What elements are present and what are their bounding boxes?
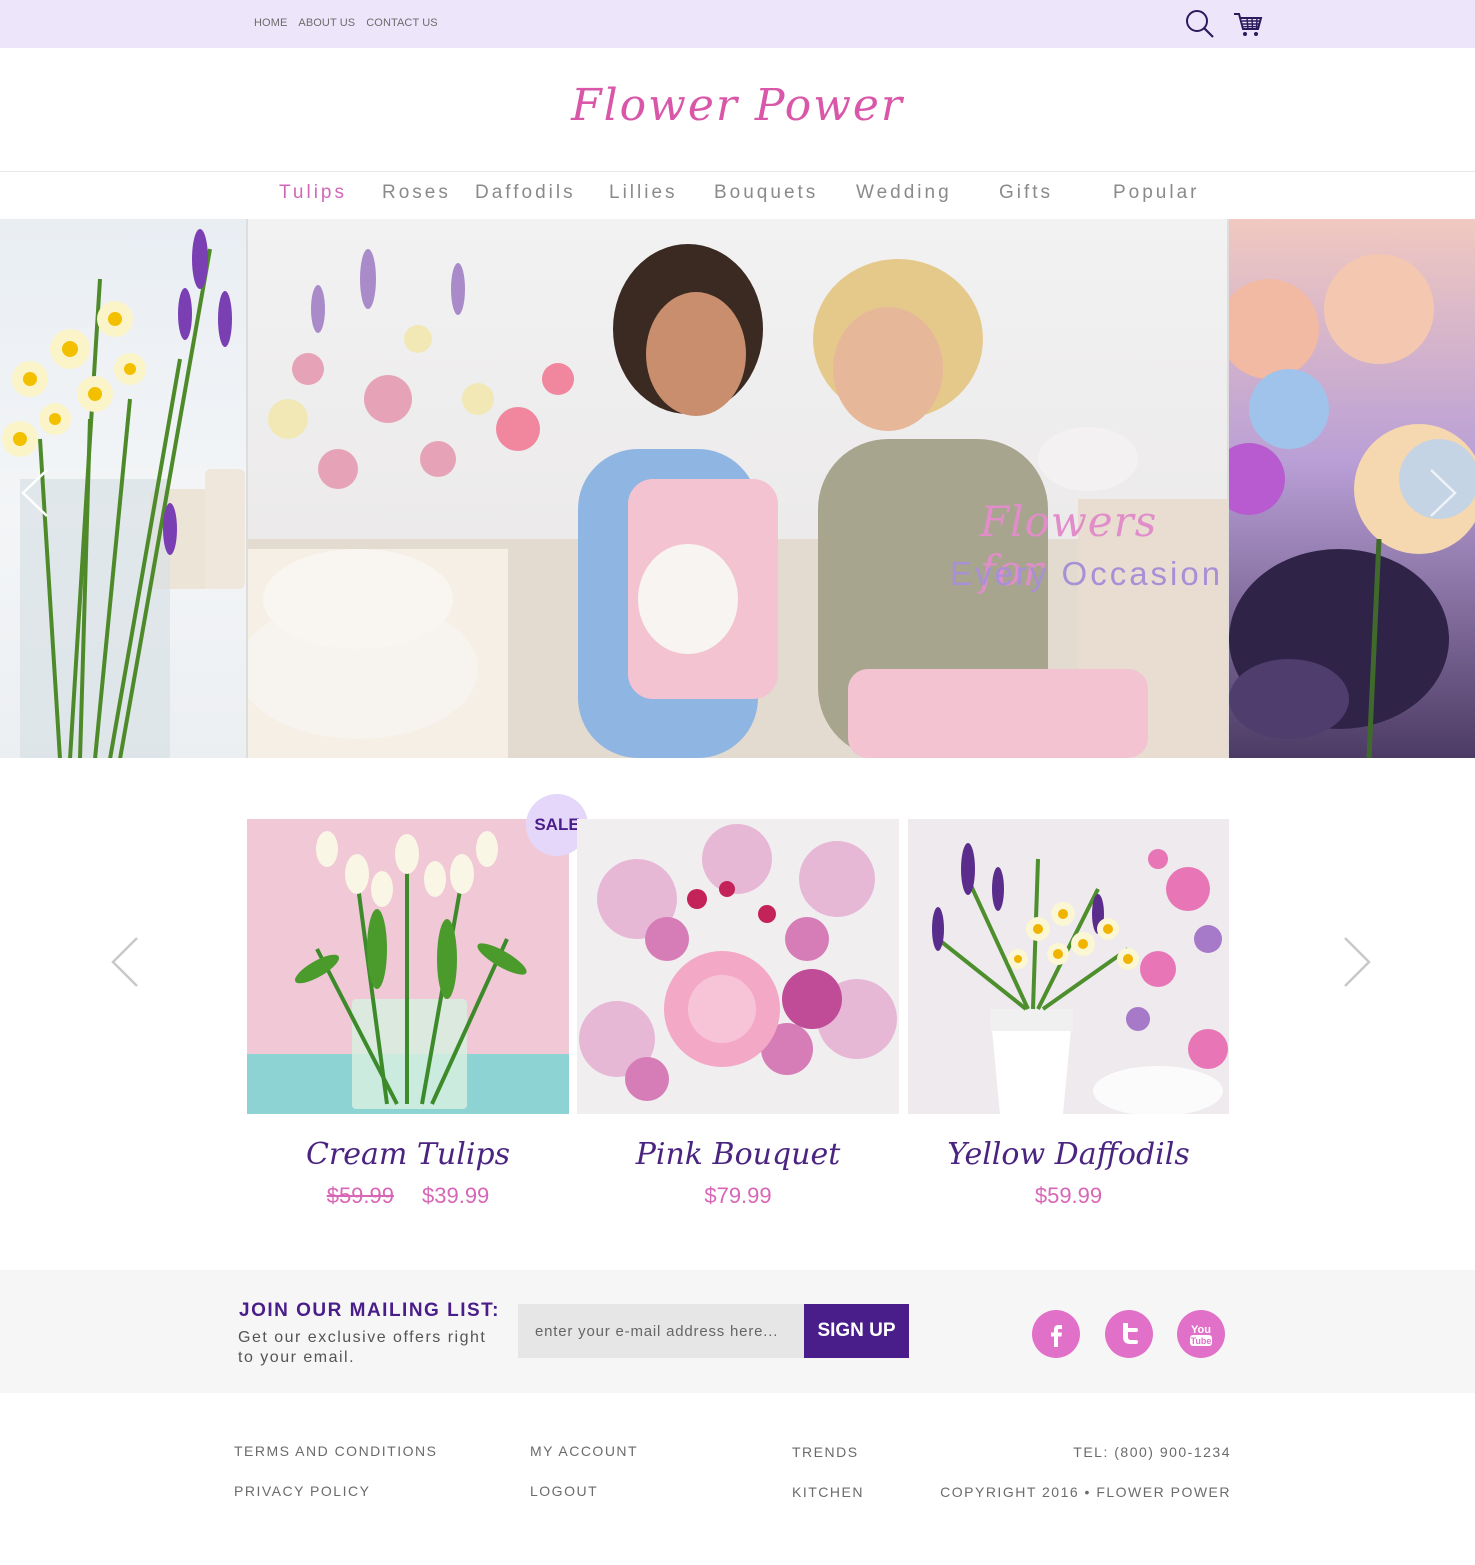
category-tulips[interactable]: Tulips (279, 182, 347, 204)
nav-contact-link[interactable]: CONTACT US (366, 17, 438, 29)
footer-privacy-link[interactable]: PRIVACY POLICY (234, 1483, 370, 1499)
product-card[interactable]: Pink Bouquet $79.99 (577, 819, 899, 1219)
hero-next-arrow-icon[interactable] (1428, 468, 1458, 518)
top-nav: HOME ABOUT US CONTACT US (254, 17, 438, 29)
category-daffodils[interactable]: Daffodils (475, 182, 576, 204)
hero-prev-arrow-icon[interactable] (20, 468, 50, 518)
product-image[interactable] (247, 819, 569, 1114)
product-old-price: $59.99 (326, 1183, 394, 1208)
product-prices: $79.99 (577, 1183, 899, 1209)
email-field[interactable] (518, 1304, 804, 1358)
product-prices: $59.99 (908, 1183, 1229, 1209)
header-divider (0, 171, 1475, 172)
footer-my-account-link[interactable]: MY ACCOUNT (530, 1443, 638, 1459)
category-popular[interactable]: Popular (1113, 182, 1200, 204)
mailing-list-section: JOIN OUR MAILING LIST: Get our exclusive… (0, 1270, 1475, 1393)
svg-text:You: You (1191, 1324, 1211, 1336)
product-card[interactable]: Yellow Daffodils $59.99 (908, 819, 1229, 1219)
facebook-icon[interactable] (1032, 1310, 1080, 1358)
youtube-icon[interactable]: You Tube (1177, 1310, 1225, 1358)
cart-icon[interactable] (1232, 8, 1264, 40)
nav-about-link[interactable]: ABOUT US (298, 17, 355, 29)
footer-copyright: COPYRIGHT 2016 • FLOWER POWER (940, 1484, 1231, 1500)
product-prices: $59.99 $39.99 (247, 1183, 569, 1209)
product-name[interactable]: Pink Bouquet (577, 1137, 899, 1172)
hero-carousel: Flowers for Every Occasion (0, 219, 1475, 758)
footer-trends-link[interactable]: TRENDS (792, 1444, 859, 1460)
category-wedding[interactable]: Wedding (856, 182, 952, 204)
footer-telephone: TEL: (800) 900-1234 (1073, 1444, 1231, 1460)
twitter-icon[interactable] (1105, 1310, 1153, 1358)
hero-title-main: Every Occasion (950, 555, 1224, 592)
footer-logout-link[interactable]: LOGOUT (530, 1483, 598, 1499)
product-image[interactable] (577, 819, 899, 1114)
brand-logo[interactable]: Flower Power (0, 80, 1475, 131)
category-gifts[interactable]: Gifts (999, 182, 1053, 204)
footer-kitchen-link[interactable]: KITCHEN (792, 1484, 864, 1500)
products-prev-arrow-icon[interactable] (110, 936, 140, 988)
category-nav: Tulips Roses Daffodils Lillies Bouquets … (0, 182, 1475, 212)
products-next-arrow-icon[interactable] (1342, 936, 1372, 988)
search-icon[interactable] (1184, 8, 1216, 40)
product-image[interactable] (908, 819, 1229, 1114)
product-price: $79.99 (704, 1183, 772, 1208)
mailing-list-subtitle: Get our exclusive offers right to your e… (238, 1329, 487, 1366)
product-card[interactable]: Cream Tulips $59.99 $39.99 (247, 819, 569, 1219)
category-roses[interactable]: Roses (382, 182, 451, 204)
nav-home-link[interactable]: HOME (254, 17, 287, 29)
product-price: $39.99 (422, 1183, 490, 1208)
mailing-list-title: JOIN OUR MAILING LIST: (239, 1300, 500, 1321)
top-bar: HOME ABOUT US CONTACT US (0, 0, 1475, 48)
hero-slide-image: Flowers for Every Occasion (248, 219, 1227, 758)
product-price: $59.99 (1034, 1183, 1103, 1208)
product-name[interactable]: Cream Tulips (247, 1137, 569, 1172)
product-name[interactable]: Yellow Daffodils (908, 1137, 1229, 1172)
footer-terms-link[interactable]: TERMS AND CONDITIONS (234, 1443, 437, 1459)
category-bouquets[interactable]: Bouquets (714, 182, 818, 204)
category-lillies[interactable]: Lillies (609, 182, 678, 204)
svg-text:Tube: Tube (1191, 1336, 1212, 1346)
sign-up-button[interactable]: SIGN UP (804, 1304, 909, 1358)
